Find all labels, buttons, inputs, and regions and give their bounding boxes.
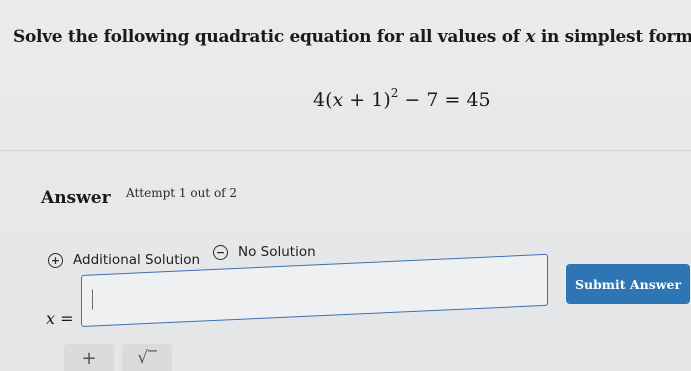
no-solution-button[interactable]: − No Solution	[213, 244, 316, 260]
answer-variable-label: x =	[46, 309, 74, 328]
question-page: Solve the following quadratic equation f…	[0, 0, 691, 371]
additional-solution-label: Additional Solution	[73, 252, 201, 268]
keypad-plus-button[interactable]: +	[64, 344, 114, 371]
quadratic-equation: 4(x + 1)2 − 7 = 45	[313, 86, 491, 111]
equation-inner: + 1)	[343, 89, 391, 111]
minus-circle-icon: −	[213, 244, 228, 260]
answer-variable: x	[46, 309, 56, 328]
prompt-text-before: Solve the following quadratic equation f…	[13, 27, 526, 47]
keypad-sqrt-button[interactable]: √‾	[122, 344, 172, 371]
answer-heading: Answer	[41, 188, 111, 208]
equation-coefficient: 4(	[313, 89, 333, 111]
question-prompt: Solve the following quadratic equation f…	[13, 27, 691, 47]
submit-answer-button[interactable]: Submit Answer	[566, 264, 690, 304]
text-caret	[92, 289, 93, 310]
section-divider	[0, 150, 691, 151]
no-solution-label: No Solution	[238, 244, 316, 260]
prompt-text-after: in simplest form.	[535, 27, 691, 47]
attempt-counter: Attempt 1 out of 2	[126, 186, 238, 200]
answer-equals: =	[55, 309, 74, 328]
plus-circle-icon: +	[48, 252, 63, 268]
equation-variable: x	[332, 89, 344, 111]
prompt-variable: x	[525, 27, 536, 47]
additional-solution-button[interactable]: + Additional Solution	[48, 252, 200, 268]
equation-rest: − 7 = 45	[398, 89, 491, 111]
